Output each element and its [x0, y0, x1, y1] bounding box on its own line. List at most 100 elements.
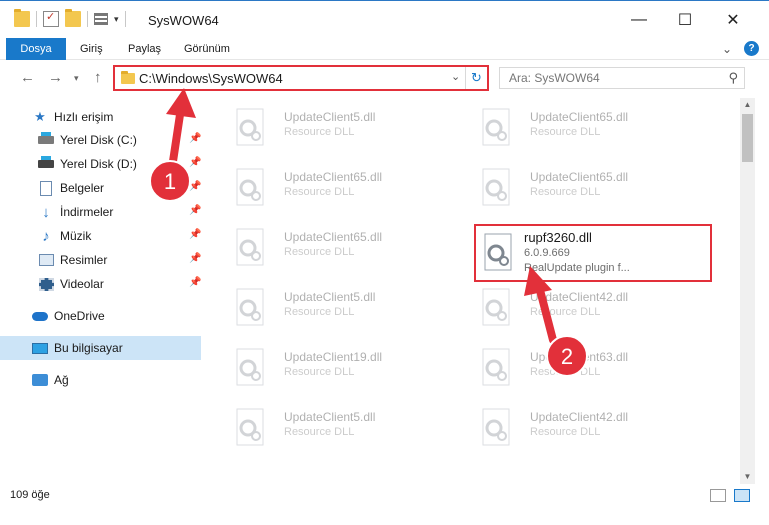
tab-share[interactable]: Paylaş [118, 38, 171, 60]
chevron-down-icon[interactable]: ⌄ [722, 42, 732, 56]
star-icon: ★ [34, 109, 46, 124]
scroll-up-arrow-icon[interactable]: ▲ [740, 98, 755, 112]
computer-icon [32, 341, 48, 355]
window-title: SysWOW64 [148, 13, 219, 28]
search-input[interactable]: Ara: SysWOW64 ⚲ [499, 67, 745, 89]
sidebar-item-label: OneDrive [54, 309, 105, 323]
file-tile[interactable]: UpdateClient42.dll Resource DLL [466, 400, 706, 454]
tab-home[interactable]: Giriş [70, 38, 113, 60]
search-icon[interactable]: ⚲ [728, 70, 738, 86]
file-list[interactable]: UpdateClient5.dll Resource DLL UpdateCli… [210, 98, 740, 484]
sidebar-item-videos[interactable]: Videolar 📌 [38, 273, 201, 295]
maximize-button[interactable]: ☐ [662, 1, 708, 39]
forward-arrow-icon[interactable]: → [48, 69, 63, 86]
file-type: Resource DLL [284, 126, 355, 138]
dll-file-icon [236, 288, 264, 326]
pin-icon[interactable]: 📌 [189, 157, 201, 168]
music-icon: ♪ [42, 227, 50, 245]
pin-icon[interactable]: 📌 [189, 133, 201, 144]
view-options-icon[interactable] [94, 13, 108, 25]
sidebar-item-this-pc[interactable]: Bu bilgisayar [0, 336, 201, 360]
file-tile[interactable]: UpdateClient65.dll Resource DLL [220, 220, 460, 274]
file-tile[interactable]: UpdateClient5.dll Resource DLL [220, 100, 460, 154]
pin-icon[interactable]: 📌 [189, 253, 201, 264]
sidebar-item-downloads[interactable]: ↓ İndirmeler 📌 [38, 201, 201, 223]
file-version: 6.0.9.669 [524, 247, 570, 259]
quick-access-toolbar: ▾ [14, 9, 126, 27]
dll-file-icon [484, 233, 512, 271]
vertical-scrollbar[interactable]: ▲ ▼ [740, 98, 755, 484]
file-name: UpdateClient5.dll [284, 290, 376, 304]
file-name: UpdateClient42.dll [530, 410, 629, 424]
help-icon[interactable]: ? [744, 41, 759, 56]
dll-file-icon [482, 408, 510, 446]
sidebar-item-label: Belgeler [60, 181, 105, 195]
customize-toolbar-chevron-icon[interactable]: ▾ [114, 14, 119, 25]
sidebar-item-documents[interactable]: Belgeler 📌 [38, 177, 201, 199]
folder-icon [121, 71, 135, 84]
file-name: UpdateClient19.dll [284, 350, 383, 364]
file-type: Resource DLL [284, 366, 355, 378]
sidebar-item-label: Yerel Disk (C:) [60, 133, 137, 147]
pin-icon[interactable]: 📌 [189, 205, 201, 216]
ribbon-tabs: Dosya Giriş Paylaş Görünüm ⌄ ? [0, 38, 769, 60]
navigation-pane: ★ Hızlı erişim Yerel Disk (C:) 📌 Yerel D… [0, 98, 208, 484]
drive-icon [38, 156, 54, 171]
file-tile[interactable]: UpdateClient19.dll Resource DLL [220, 340, 460, 394]
file-tile[interactable]: UpdateClient5.dll Resource DLL [220, 280, 460, 334]
network-icon [32, 373, 48, 387]
file-name: rupf3260.dll [524, 230, 592, 245]
file-description: RealUpdate plugin f... [524, 262, 630, 274]
pin-icon[interactable]: 📌 [189, 229, 201, 240]
recent-locations-chevron-icon[interactable]: ▾ [74, 73, 79, 84]
file-type: Resource DLL [284, 186, 355, 198]
sidebar-item-local-disk-d[interactable]: Yerel Disk (D:) 📌 [38, 153, 201, 175]
close-button[interactable]: ✕ [710, 1, 756, 39]
sidebar-item-network[interactable]: Ağ [32, 369, 201, 391]
dll-file-icon [236, 228, 264, 266]
address-bar[interactable]: C:\Windows\SysWOW64 ⌄ ↻ [113, 65, 489, 91]
address-path[interactable]: C:\Windows\SysWOW64 [139, 71, 283, 86]
address-dropdown-chevron-icon[interactable]: ⌄ [451, 70, 460, 83]
tab-view[interactable]: Görünüm [174, 38, 240, 60]
minimize-button[interactable]: — [616, 1, 662, 39]
details-view-icon[interactable] [710, 489, 726, 502]
sidebar-item-quick-access[interactable]: ★ Hızlı erişim [32, 106, 233, 128]
large-icons-view-icon[interactable] [734, 489, 750, 502]
file-tile-selected[interactable]: rupf3260.dll 6.0.9.669 RealUpdate plugin… [474, 224, 712, 282]
dll-file-icon [482, 288, 510, 326]
sidebar-item-local-disk-c[interactable]: Yerel Disk (C:) 📌 [38, 129, 201, 151]
sidebar-item-label: Bu bilgisayar [54, 341, 123, 355]
pin-icon[interactable]: 📌 [189, 277, 201, 288]
file-tile[interactable]: UpdateClient65.dll Resource DLL [466, 100, 706, 154]
sidebar-item-onedrive[interactable]: OneDrive [32, 305, 201, 327]
file-name: UpdateClient65.dll [530, 170, 629, 184]
file-type: Resource DLL [530, 126, 601, 138]
sidebar-item-label: Hızlı erişim [54, 110, 114, 124]
scrollbar-thumb[interactable] [742, 114, 753, 162]
file-name: UpdateClient5.dll [284, 410, 376, 424]
ribbon-right-controls: ⌄ ? [722, 41, 759, 56]
back-arrow-icon[interactable]: ← [20, 69, 35, 86]
file-type: Resource DLL [284, 306, 355, 318]
file-tile[interactable]: UpdateClient63.dll Resource DLL [466, 340, 706, 394]
refresh-icon[interactable]: ↻ [465, 67, 487, 89]
file-tile[interactable]: UpdateClient65.dll Resource DLL [220, 160, 460, 214]
up-arrow-icon[interactable]: ↑ [94, 69, 102, 86]
file-tile[interactable]: UpdateClient5.dll Resource DLL [220, 400, 460, 454]
pin-icon[interactable]: 📌 [189, 181, 201, 192]
tab-file[interactable]: Dosya [6, 38, 66, 60]
scroll-down-arrow-icon[interactable]: ▼ [740, 470, 755, 484]
sidebar-item-pictures[interactable]: Resimler 📌 [38, 249, 201, 271]
sidebar-item-label: Müzik [60, 229, 92, 243]
file-tile[interactable]: UpdateClient65.dll Resource DLL [466, 160, 706, 214]
file-tile[interactable]: UpdateClient42.dll Resource DLL [466, 280, 706, 334]
new-folder-icon[interactable] [65, 9, 81, 27]
file-name: UpdateClient65.dll [284, 230, 383, 244]
properties-icon[interactable] [43, 10, 59, 27]
sidebar-item-music[interactable]: ♪ Müzik 📌 [38, 225, 201, 247]
item-count: 109 öğe [10, 489, 50, 501]
toolbar-divider [36, 11, 37, 27]
dll-file-icon [236, 408, 264, 446]
downloads-icon: ↓ [42, 203, 50, 221]
